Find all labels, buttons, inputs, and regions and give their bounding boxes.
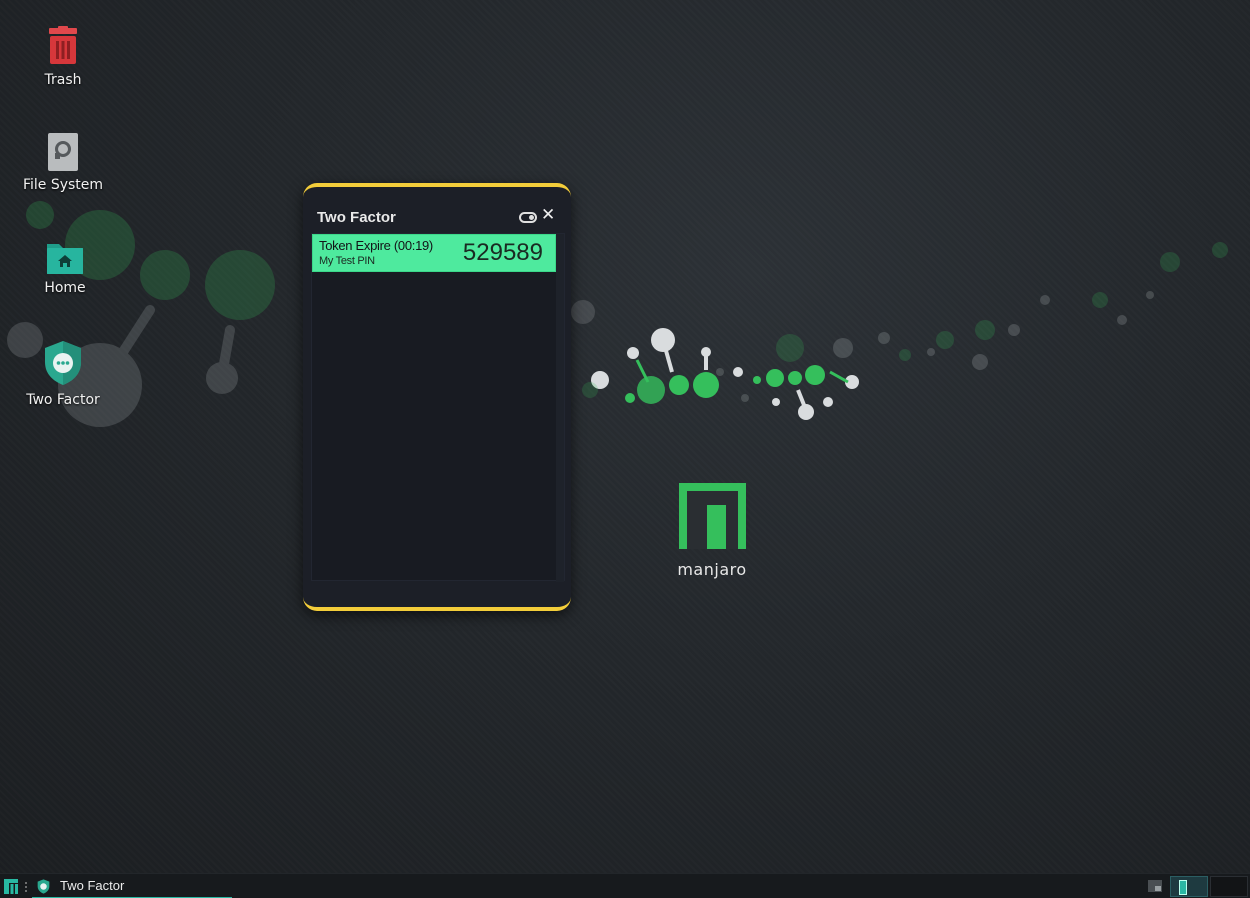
token-list[interactable]: Token Expire (00:19) My Test PIN 529589 xyxy=(311,233,565,582)
desktop-icon-label: Trash xyxy=(44,72,82,88)
desktop-icon-trash[interactable]: Trash xyxy=(8,26,118,88)
token-expire-label: Token Expire (00:19) xyxy=(319,238,433,253)
desktop-icon-label: Two Factor xyxy=(26,392,100,408)
workspace-2[interactable] xyxy=(1210,876,1248,897)
show-desktop-icon[interactable] xyxy=(1148,880,1162,892)
shield-icon xyxy=(45,341,81,385)
separator-handle-icon xyxy=(25,882,27,892)
taskbar-task-label: Two Factor xyxy=(60,878,125,893)
drive-icon xyxy=(48,133,78,171)
two-factor-window[interactable]: Two Factor ✕ Token Expire (00:19) My Tes… xyxy=(303,183,571,611)
desktop-icon-two-factor[interactable]: Two Factor xyxy=(8,340,118,408)
manjaro-wordmark: manjaro xyxy=(677,560,747,579)
desktop-icon-label: File System xyxy=(22,177,104,193)
taskbar: Two Factor xyxy=(0,873,1250,898)
wallpaper-molecules xyxy=(7,201,1228,427)
desktop-icon-home[interactable]: Home xyxy=(10,240,120,296)
scrollbar[interactable] xyxy=(556,234,564,582)
shield-icon xyxy=(37,879,50,894)
desktop-icon-label: Home xyxy=(44,280,86,296)
manjaro-logo-icon xyxy=(679,483,746,549)
token-item[interactable]: Token Expire (00:19) My Test PIN 529589 xyxy=(312,234,556,272)
close-icon[interactable]: ✕ xyxy=(541,205,555,225)
home-folder-icon xyxy=(47,244,83,274)
token-name: My Test PIN xyxy=(319,255,375,267)
toggle-icon[interactable] xyxy=(519,212,537,223)
taskbar-task-two-factor[interactable]: Two Factor xyxy=(32,874,232,898)
desktop-icon-file-system[interactable]: File System xyxy=(8,133,118,193)
window-title: Two Factor xyxy=(317,209,396,226)
workspace-1[interactable] xyxy=(1170,876,1208,897)
token-code: 529589 xyxy=(462,239,543,266)
trash-icon xyxy=(49,26,77,64)
manjaro-menu-icon[interactable] xyxy=(4,879,18,894)
